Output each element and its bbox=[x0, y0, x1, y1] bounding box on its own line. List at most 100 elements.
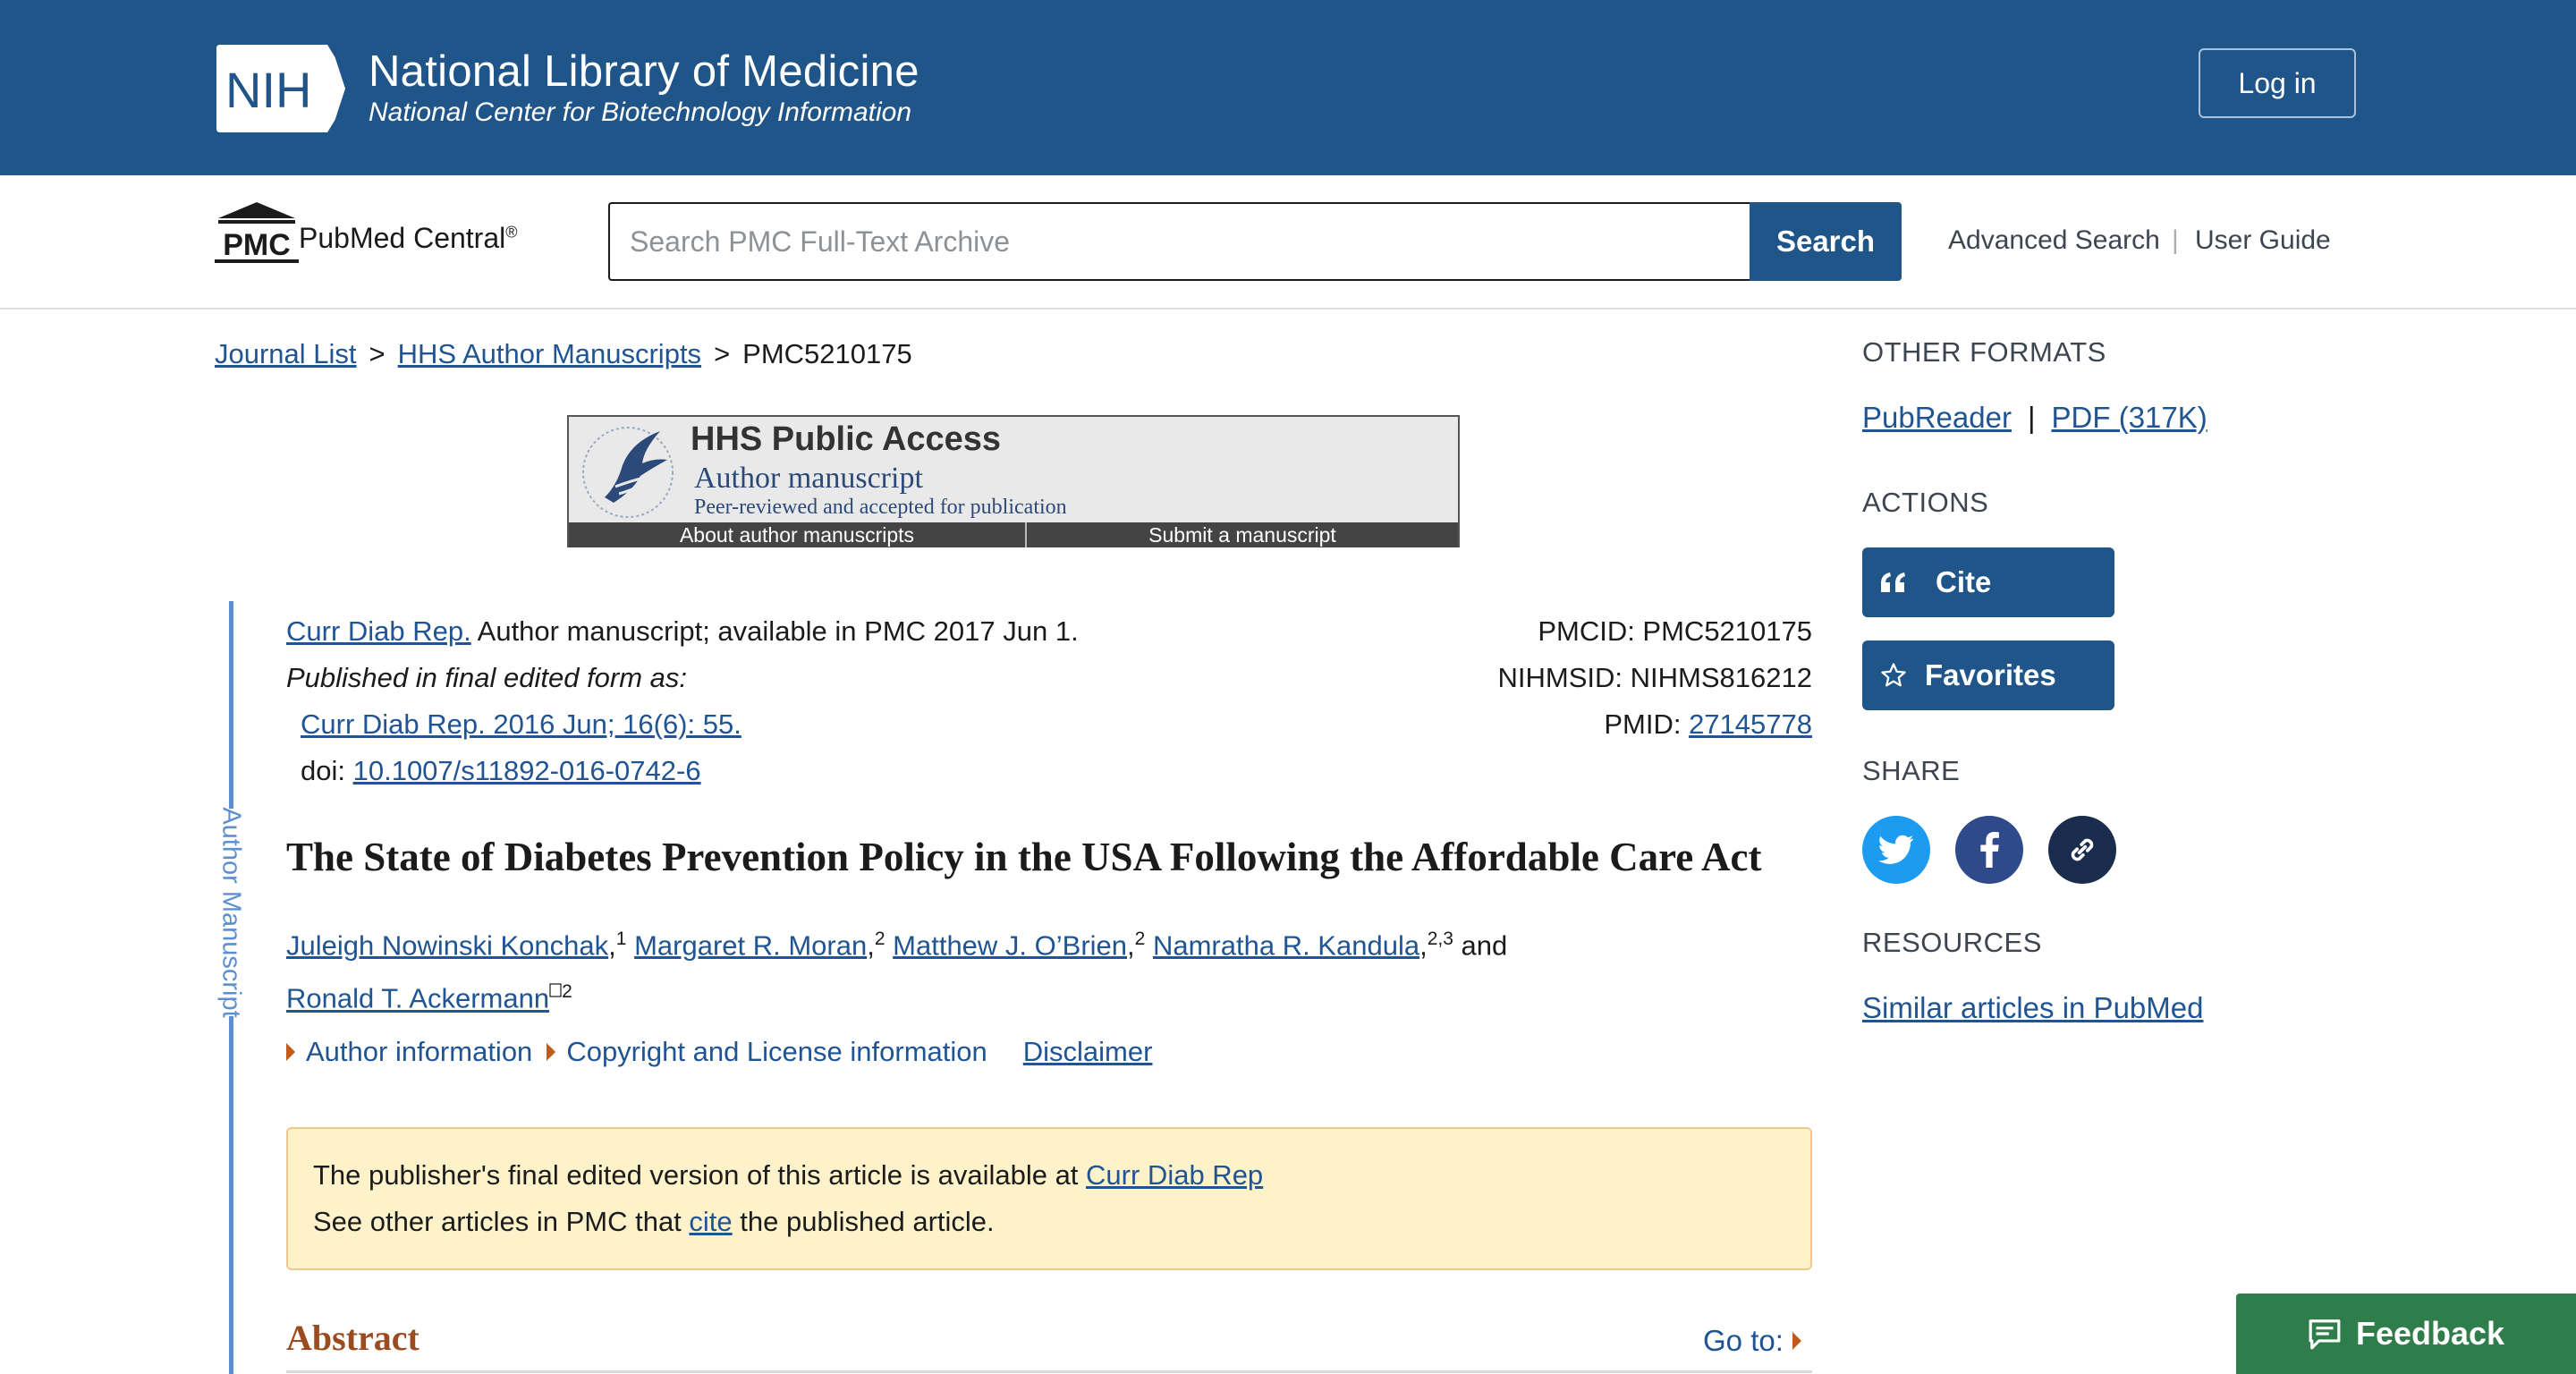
author-manuscript-bar-bottom bbox=[229, 1016, 233, 1374]
affiliation-ref: 2 bbox=[562, 981, 572, 1003]
pmcid: PMCID: PMC5210175 bbox=[1538, 615, 1812, 647]
goto-triangle-icon bbox=[1792, 1332, 1801, 1350]
email-icon[interactable] bbox=[549, 983, 562, 997]
submit-manuscript-link[interactable]: Submit a manuscript bbox=[1027, 522, 1458, 547]
author-link[interactable]: Namratha R. Kandula bbox=[1153, 929, 1419, 961]
pmc-brand[interactable]: PubMed Central® bbox=[299, 222, 518, 255]
hhs-public-access-banner: HHS Public Access Author manuscript Peer… bbox=[567, 415, 1460, 547]
availability-text: Author manuscript; available in PMC 2017… bbox=[470, 615, 1079, 647]
hhs-eagle-icon bbox=[582, 427, 674, 518]
facebook-icon bbox=[1980, 832, 1999, 868]
disclaimer-link[interactable]: Disclaimer bbox=[1023, 1036, 1153, 1068]
comment-icon bbox=[2309, 1319, 2341, 1350]
share-twitter-button[interactable] bbox=[1862, 816, 1930, 884]
affiliation-ref: 2 bbox=[1134, 929, 1146, 949]
author-manuscript-bar-top bbox=[229, 601, 233, 809]
format-links: PubReader | PDF (317K) bbox=[1862, 401, 2207, 435]
registered-mark: ® bbox=[505, 223, 518, 242]
hhs-link-bar: About author manuscripts Submit a manusc… bbox=[569, 522, 1458, 547]
author-link[interactable]: Juleigh Nowinski Konchak bbox=[286, 929, 608, 961]
author-information-label: Author information bbox=[306, 1036, 533, 1067]
similar-articles-link[interactable]: Similar articles in PubMed bbox=[1862, 991, 2203, 1025]
share-link-button[interactable] bbox=[2048, 816, 2116, 884]
author-list: Juleigh Nowinski Konchak,1 Margaret R. M… bbox=[286, 916, 1507, 1022]
publisher-version-notice: The publisher's final edited version of … bbox=[286, 1127, 1812, 1270]
user-guide-link[interactable]: User Guide bbox=[2195, 225, 2331, 256]
author-manuscript-label: Author Manuscript bbox=[216, 807, 246, 1018]
pmc-logo-icon[interactable]: PMC bbox=[213, 200, 301, 265]
pmid-link[interactable]: 27145778 bbox=[1689, 708, 1812, 740]
pmid-line: PMID: 27145778 bbox=[1395, 701, 1812, 748]
abstract-divider bbox=[286, 1370, 1812, 1373]
search-bar-row: PMC PubMed Central® Search Advanced Sear… bbox=[0, 175, 2576, 310]
goto-label: Go to: bbox=[1703, 1324, 1784, 1357]
abstract-heading: Abstract bbox=[286, 1318, 419, 1358]
site-title[interactable]: National Library of Medicine bbox=[369, 47, 919, 97]
expand-triangle-icon bbox=[547, 1043, 556, 1061]
format-separator: | bbox=[2027, 401, 2036, 434]
hhs-peer-reviewed: Peer-reviewed and accepted for publicati… bbox=[694, 496, 1067, 519]
publisher-journal-link[interactable]: Curr Diab Rep bbox=[1086, 1159, 1263, 1191]
feedback-button[interactable]: Feedback bbox=[2236, 1293, 2576, 1374]
quote-icon bbox=[1862, 571, 1925, 594]
author-link[interactable]: Margaret R. Moran bbox=[634, 929, 867, 961]
actions-heading: ACTIONS bbox=[1862, 487, 1989, 518]
pubreader-link[interactable]: PubReader bbox=[1862, 401, 2012, 434]
link-icon bbox=[2071, 838, 2094, 861]
citing-articles-link[interactable]: cite bbox=[689, 1206, 732, 1237]
notice-text: The publisher's final edited version of … bbox=[313, 1159, 1087, 1191]
advanced-search-link[interactable]: Advanced Search bbox=[1948, 225, 2160, 256]
author-link[interactable]: Matthew J. O’Brien bbox=[893, 929, 1127, 961]
published-as-label: Published in final edited form as: bbox=[286, 662, 688, 693]
final-ref-line: Curr Diab Rep. 2016 Jun; 16(6): 55. bbox=[286, 701, 1079, 748]
copyright-license-label: Copyright and License information bbox=[566, 1036, 987, 1067]
breadcrumb: Journal List > HHS Author Manuscripts > PMC5… bbox=[215, 338, 912, 370]
breadcrumb-separator: > bbox=[369, 338, 386, 369]
breadcrumb-journal-list[interactable]: Journal List bbox=[215, 338, 357, 369]
nih-logo-text: NIH bbox=[225, 62, 311, 118]
author-link[interactable]: Ronald T. Ackermann bbox=[286, 983, 549, 1014]
search-button[interactable]: Search bbox=[1750, 202, 1902, 281]
resources-heading: RESOURCES bbox=[1862, 927, 2042, 958]
nihmsid: NIHMSID: NIHMS816212 bbox=[1497, 662, 1812, 693]
cite-button[interactable]: Cite bbox=[1862, 547, 2114, 617]
search-input[interactable] bbox=[608, 202, 1751, 281]
notice-text: See other articles in PMC that bbox=[313, 1206, 690, 1237]
share-facebook-button[interactable] bbox=[1955, 816, 2023, 884]
twitter-icon bbox=[1878, 835, 1914, 864]
notice-line-2: See other articles in PMC that cite the … bbox=[313, 1199, 1785, 1245]
breadcrumb-current: PMC5210175 bbox=[742, 338, 912, 369]
expand-triangle-icon bbox=[286, 1043, 295, 1061]
login-button[interactable]: Log in bbox=[2199, 48, 2356, 118]
favorites-label: Favorites bbox=[1925, 658, 2056, 691]
nlm-header: NIH National Library of Medicine Nationa… bbox=[0, 0, 2576, 175]
favorites-button[interactable]: Favorites bbox=[1862, 640, 2114, 710]
pmc-logo-text: PMC bbox=[223, 228, 291, 262]
citation-line: Curr Diab Rep. Author manuscript; availa… bbox=[286, 608, 1079, 655]
feedback-label: Feedback bbox=[2355, 1315, 2505, 1352]
copyright-license-toggle[interactable]: Copyright and License information bbox=[547, 1036, 987, 1068]
citation-block: Curr Diab Rep. Author manuscript; availa… bbox=[286, 608, 1079, 794]
pmc-brand-text: PubMed Central bbox=[299, 222, 506, 254]
final-reference-link[interactable]: Curr Diab Rep. 2016 Jun; 16(6): 55. bbox=[301, 708, 741, 740]
article-title: The State of Diabetes Prevention Policy … bbox=[286, 835, 1762, 879]
nih-logo-icon[interactable]: NIH bbox=[216, 45, 354, 132]
doi-line: doi: 10.1007/s11892-016-0742-6 bbox=[286, 748, 1079, 794]
breadcrumb-hhs-manuscripts[interactable]: HHS Author Manuscripts bbox=[398, 338, 701, 369]
link-separator: | bbox=[2172, 225, 2179, 255]
star-icon bbox=[1862, 662, 1925, 689]
author-joiner: and bbox=[1453, 929, 1508, 962]
affiliation-ref: 2,3 bbox=[1427, 929, 1453, 949]
hhs-title: HHS Public Access bbox=[691, 420, 1002, 458]
affiliation-ref: 2 bbox=[874, 929, 886, 949]
doi-label: doi: bbox=[301, 755, 353, 786]
journal-link[interactable]: Curr Diab Rep. bbox=[286, 615, 471, 647]
about-author-manuscripts-link[interactable]: About author manuscripts bbox=[569, 522, 1027, 547]
site-subtitle: National Center for Biotechnology Inform… bbox=[369, 98, 912, 127]
affiliation-ref: 1 bbox=[615, 929, 627, 949]
pdf-link[interactable]: PDF (317K) bbox=[2052, 401, 2207, 434]
goto-menu[interactable]: Go to: bbox=[1703, 1324, 1801, 1358]
doi-link[interactable]: 10.1007/s11892-016-0742-6 bbox=[353, 755, 701, 786]
notice-text: the published article. bbox=[732, 1206, 995, 1237]
author-information-toggle[interactable]: Author information bbox=[286, 1036, 532, 1068]
